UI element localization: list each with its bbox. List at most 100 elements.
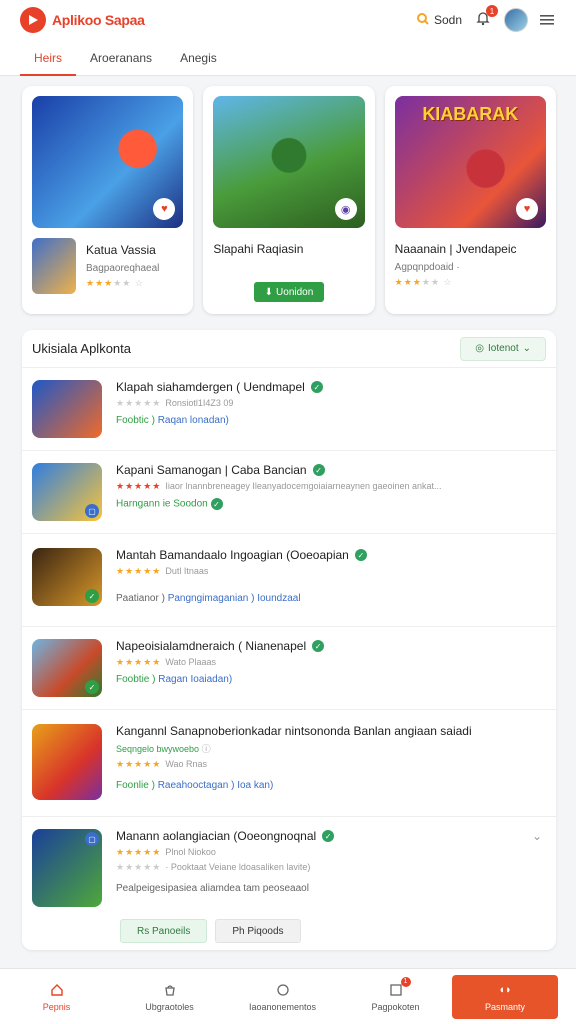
list-item-tags: Foonlie ) Raeahooctagan ) Ioa kan) (116, 780, 546, 791)
list-item-body: Napeoisialamdneraich ( Nianenapel ✓ ★★★★★… (116, 639, 546, 697)
check-badge-icon: ▢ (85, 504, 99, 518)
list-item[interactable]: ✓ Mantah Bamandaalo Ingoagian (Ooeoapian… (22, 534, 556, 627)
list-item[interactable]: ✓ Napeoisialamdneraich ( Nianenapel ✓ ★★★… (22, 627, 556, 710)
list-item-meta: ★★★★★ Wato Plaaas (116, 657, 217, 667)
app-name: Kangannl Sanapnoberionkadar nintsononda … (116, 724, 472, 738)
meta-text: Wao Rnas (165, 759, 208, 769)
list-item-body: Mantah Bamandaalo Ingoagian (Ooeoapian ✓ … (116, 548, 546, 606)
grid-menu-icon[interactable] (538, 11, 556, 29)
favorite-heart-icon[interactable]: ♥ (153, 198, 176, 220)
tag-secondary: Raeahooctagan ) Ioa kan) (157, 780, 274, 791)
list-item[interactable]: ▢ Kapani Samanogan | Caba Bancian ✓ ★★★★★… (22, 451, 556, 534)
list-item-actions: Rs Panoeils Ph Piqoods (22, 919, 556, 943)
nav-item-cta[interactable]: ◖◗ Pasmanty (452, 974, 558, 1019)
tag-secondary: Raqan lonadan) (157, 415, 229, 426)
nav-label: Pagpokoten (371, 1001, 420, 1012)
app-root: Aplikoo Sapaa Sodn 1 Heirs Aroeranans An… (0, 0, 576, 1024)
header-actions: Sodn 1 (416, 5, 556, 32)
bag-icon (162, 982, 178, 998)
nav-item-announcements[interactable]: Iaoanonementos (226, 969, 339, 1024)
app-thumbnail[interactable] (32, 238, 76, 294)
nav-badge: 1 (400, 976, 411, 987)
featured-app-subtitle: Agpqnpdoaid · (394, 262, 460, 273)
notification-badge: 1 (486, 5, 498, 17)
tag-primary: Foobtic ) (116, 415, 155, 426)
list-item[interactable]: Klapah siahamdergen ( Uendmapel ✓ ★★★★★ Ro… (22, 368, 556, 451)
verified-check-icon: ✓ (310, 381, 323, 393)
app-list-panel: Ukisiala Aplkonta ◎ Iotenot ⌄ Klapah sia… (22, 330, 556, 950)
avatar[interactable] (504, 8, 528, 32)
featured-card[interactable]: ◉ Slapahi Raqiasin ⬇ Uonidon (203, 86, 375, 314)
chat-icon (275, 982, 291, 998)
meta-text: Iiaor lnannbreneagey Ileanyadocemgoiaiar… (165, 481, 442, 491)
featured-banner-image[interactable]: KIABARAK ♥ (394, 96, 546, 228)
tab-bar: Heirs Aroeranans Anegis (0, 40, 576, 76)
brand-name: Aplikoo Sapaa (52, 12, 145, 28)
top-bar: Aplikoo Sapaa Sodn 1 (0, 0, 576, 40)
chevron-down-icon: ⌄ (522, 343, 531, 354)
list-item-meta: ★★★★★ Wao Rnas (116, 759, 208, 769)
nav-label: Ubgraotoles (145, 1001, 194, 1012)
tag-secondary: Ragan Ioaiadan) (158, 674, 233, 685)
featured-section: ♥ Katua Vassia Bagpaoreqhaeal ★★★★★ ☆ ◉ … (22, 86, 556, 314)
featured-banner-image[interactable]: ◉ (213, 96, 365, 228)
featured-card[interactable]: KIABARAK ♥ Naaanain | Jvendapeic Agpqnpd… (384, 86, 556, 314)
nav-item-categories[interactable]: Ubgraotoles (113, 969, 226, 1024)
app-thumbnail[interactable]: ✓ (32, 639, 102, 697)
tag-primary: Foonlie ) (116, 780, 155, 791)
check-badge-icon: ▢ (85, 832, 99, 846)
nav-item-home[interactable]: Pepnis (0, 969, 113, 1024)
list-item[interactable]: Kangannl Sanapnoberionkadar nintsononda … (22, 710, 556, 817)
nav-label: Pepnis (42, 1001, 71, 1012)
list-item-meta: ★★★★★ Ronsiotl1I4Z3 09 (116, 398, 234, 408)
action-button-secondary[interactable]: Ph Piqoods (215, 919, 301, 943)
check-badge-icon: ✓ (85, 680, 99, 694)
filter-dropdown[interactable]: ◎ Iotenot ⌄ (460, 336, 546, 361)
featured-card[interactable]: ♥ Katua Vassia Bagpaoreqhaeal ★★★★★ ☆ (22, 86, 194, 314)
featured-banner-image[interactable]: ♥ (32, 96, 184, 228)
verified-check-icon: ✓ (312, 640, 325, 652)
app-thumbnail[interactable]: ▢ (32, 463, 102, 521)
app-thumbnail[interactable]: ▢ (32, 829, 102, 907)
bottom-nav: Pepnis Ubgraotoles Iaoanonementos 1 Pagp… (0, 968, 576, 1024)
app-name: Manann aolangiacian (Ooeongnoqnal (116, 829, 317, 843)
meta-text: Plnol Niokoo (165, 847, 216, 857)
search-icon (416, 12, 430, 29)
tab-anegis[interactable]: Anegis (166, 40, 231, 75)
featured-app-subtitle: Bagpaoreqhaeal (86, 263, 160, 274)
nav-label: Iaoanonementos (248, 1001, 317, 1012)
tag-secondary: Pangngimaganian ) Ioundzaal (167, 593, 301, 604)
list-item-description: Pealpeigesipasiea aliamdea tam peoseaaol (116, 883, 309, 894)
favorite-heart-icon[interactable]: ♥ (515, 198, 538, 220)
app-thumbnail[interactable] (32, 380, 102, 438)
app-thumbnail[interactable] (32, 724, 102, 800)
meta-text-secondary: · Pooktaat Veiane ldoasaliken lavite) (165, 862, 311, 872)
nav-item-downloads[interactable]: 1 Pagpokoten (339, 969, 452, 1024)
list-item-name: Kapani Samanogan | Caba Bancian ✓ (116, 463, 546, 477)
featured-art-title: KIABARAK (422, 104, 519, 124)
list-item-name: Mantah Bamandaalo Ingoagian (Ooeoapian ✓ (116, 548, 546, 562)
list-item-name: Manann aolangiacian (Ooeongnoqnal ✓ (116, 829, 546, 843)
app-thumbnail[interactable]: ✓ (32, 548, 102, 606)
check-badge-icon: ✓ (85, 589, 99, 603)
app-name: Mantah Bamandaalo Ingoagian (Ooeoapian (116, 548, 349, 562)
search-button[interactable]: Sodn (416, 12, 462, 29)
tag-primary: Harngann ie Soodon (116, 498, 208, 510)
list-item-expanded[interactable]: ▢ Manann aolangiacian (Ooeongnoqnal ✓ ★★★… (22, 817, 556, 919)
nav-label: Pasmanty (484, 1001, 526, 1012)
featured-text: Katua Vassia Bagpaoreqhaeal ★★★★★ ☆ (86, 243, 159, 289)
tab-aroeranans[interactable]: Aroeranans (76, 40, 166, 75)
meta-text: Wato Plaaas (165, 657, 217, 667)
list-item-body: Kangannl Sanapnoberionkadar nintsononda … (116, 724, 546, 800)
list-item-name: Kangannl Sanapnoberionkadar nintsononda … (116, 724, 546, 738)
chevron-down-icon[interactable]: ⌄ (532, 829, 542, 843)
app-logo-icon[interactable] (20, 7, 46, 33)
featured-info: Katua Vassia Bagpaoreqhaeal ★★★★★ ☆ (32, 238, 183, 294)
action-button-primary[interactable]: Rs Panoeils (120, 919, 208, 943)
download-button[interactable]: ⬇ Uonidon (253, 282, 324, 302)
home-icon (49, 982, 65, 998)
featured-app-name: Naaanain | Jvendapeic (394, 242, 517, 256)
verified-check-icon: ✓ (354, 549, 367, 561)
notifications-button[interactable]: 1 (472, 5, 498, 31)
tab-heirs[interactable]: Heirs (20, 40, 77, 76)
